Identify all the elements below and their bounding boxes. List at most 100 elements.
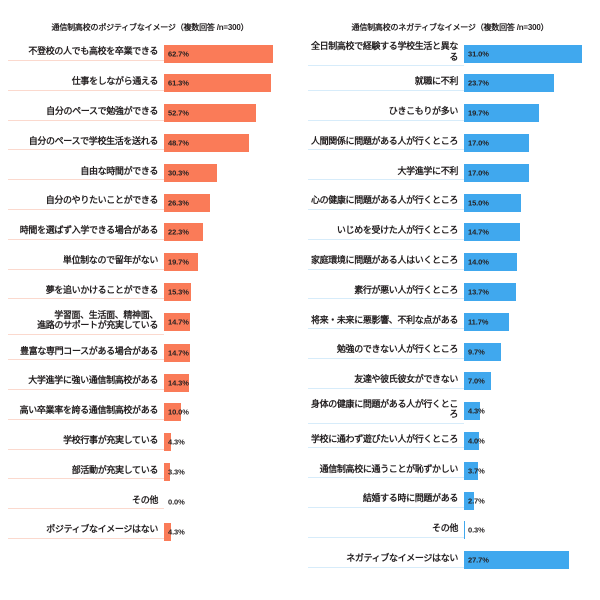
bar-track: 23.7%: [464, 69, 592, 99]
value-bar: 4.3%: [464, 402, 485, 421]
bar-track: 15.3%: [164, 277, 292, 307]
value-bar: 15.3%: [164, 283, 191, 302]
value-bar: 4.3%: [164, 433, 185, 452]
value-bar: 31.0%: [464, 44, 582, 63]
value-bar: 61.3%: [164, 74, 271, 93]
category-label: いじめを受けた人が行くところ: [308, 225, 464, 240]
bar-track: 17.0%: [464, 128, 592, 158]
value-label: 19.7%: [468, 108, 489, 118]
category-label: ネガティブなイメージはない: [308, 553, 464, 568]
chart-row: 不登校の人でも高校を卒業できる 62.7%: [8, 39, 292, 69]
chart-row: 身体の健康に問題がある人が行くところ 4.3%: [308, 396, 592, 426]
chart-row: 高い卒業率を誇る通信制高校がある 10.0%: [8, 398, 292, 428]
value-label: 14.0%: [468, 257, 489, 267]
positive-image-chart-panel: 通信制高校のポジティブなイメージ（複数回答 /n=300） 不登校の人でも高校を…: [0, 0, 300, 600]
category-label: 勉強のできない人が行くところ: [308, 344, 464, 359]
bar-track: 0.3%: [464, 516, 592, 546]
chart-row: ネガティブなイメージはない 27.7%: [308, 545, 592, 575]
category-label: 友達や彼氏彼女ができない: [308, 374, 464, 389]
category-label: 就職に不利: [308, 76, 464, 91]
value-bar: 23.7%: [464, 74, 555, 93]
category-label: 全日制高校で経験する学校生活と異なる: [308, 41, 464, 67]
positive-chart-rows: 不登校の人でも高校を卒業できる 62.7% 仕事をしながら通える 61.3% 自分のペー…: [0, 39, 300, 547]
category-label: ポジティブなイメージはない: [8, 524, 164, 539]
bar-track: 48.7%: [164, 128, 292, 158]
chart-row: 自分のペースで勉強ができる 52.7%: [8, 98, 292, 128]
category-label: 学習面、生活面、精神面、 進路のサポートが充実している: [8, 310, 164, 336]
category-label: 学校行事が充実している: [8, 435, 164, 450]
bar-track: 14.7%: [464, 218, 592, 248]
bar-track: 7.0%: [464, 367, 592, 397]
value-bar: 52.7%: [164, 104, 256, 123]
category-label: 部活動が充実している: [8, 465, 164, 480]
bar-track: 14.0%: [464, 247, 592, 277]
category-label: 高い卒業率を誇る通信制高校がある: [8, 405, 164, 420]
chart-row: 大学進学に強い通信制高校がある 14.3%: [8, 368, 292, 398]
value-label: 7.0%: [468, 376, 485, 386]
category-label: 通信制高校に通うことが恥ずかしい: [308, 464, 464, 479]
category-label: 夢を追いかけることができる: [8, 285, 164, 300]
value-label: 4.3%: [168, 527, 185, 537]
negative-image-chart-panel: 通信制高校のネガティブなイメージ（複数回答 /n=300） 全日制高校で経験する…: [300, 0, 600, 600]
value-bar: 14.3%: [164, 373, 189, 392]
value-bar: 62.7%: [164, 44, 273, 63]
category-label: 自分のペースで勉強ができる: [8, 106, 164, 121]
value-bar: 4.3%: [164, 522, 185, 541]
value-bar: 48.7%: [164, 134, 249, 153]
value-label: 13.7%: [468, 287, 489, 297]
bar-track: 14.7%: [164, 307, 292, 338]
value-bar: 14.0%: [464, 253, 518, 272]
value-label: 17.0%: [468, 168, 489, 178]
value-label: 15.0%: [468, 198, 489, 208]
category-label: 自由な時間ができる: [8, 166, 164, 181]
category-label: その他: [308, 523, 464, 538]
bar-track: 27.7%: [464, 545, 592, 575]
value-label: 61.3%: [168, 78, 189, 88]
value-bar: 13.7%: [464, 283, 517, 302]
value-label: 30.3%: [168, 168, 189, 178]
bar-track: 10.0%: [164, 398, 292, 428]
bar-track: 4.3%: [164, 427, 292, 457]
positive-chart-title: 通信制高校のポジティブなイメージ（複数回答 /n=300）: [51, 23, 249, 32]
value-bar: 17.0%: [464, 134, 529, 153]
bar-track: 4.0%: [464, 426, 592, 456]
bar-track: 22.3%: [164, 218, 292, 248]
chart-row: その他 0.3%: [308, 516, 592, 546]
value-label: 0.3%: [468, 525, 485, 535]
chart-row: 就職に不利 23.7%: [308, 69, 592, 99]
chart-row: 仕事をしながら通える 61.3%: [8, 69, 292, 99]
value-label: 4.0%: [468, 436, 485, 446]
category-label: 単位制なので留年がない: [8, 255, 164, 270]
chart-row: いじめを受けた人が行くところ 14.7%: [308, 218, 592, 248]
value-bar: 26.3%: [164, 193, 210, 212]
chart-row: 将来・未来に悪影響、不利な点がある 11.7%: [308, 307, 592, 337]
value-label: 14.7%: [468, 227, 489, 237]
bar-track: 11.7%: [464, 307, 592, 337]
chart-row: 結婚する時に問題がある 2.7%: [308, 486, 592, 516]
value-label: 4.3%: [468, 406, 485, 416]
chart-row: 豊富な専門コースがある場合がある 14.7%: [8, 338, 292, 368]
value-label: 31.0%: [468, 49, 489, 59]
chart-row: ポジティブなイメージはない 4.3%: [8, 517, 292, 547]
category-label: 豊富な専門コースがある場合がある: [8, 346, 164, 361]
bar-track: 19.7%: [164, 247, 292, 277]
value-label: 48.7%: [168, 138, 189, 148]
chart-row: 単位制なので留年がない 19.7%: [8, 247, 292, 277]
chart-row: 自分のやりたいことができる 26.3%: [8, 188, 292, 218]
negative-chart-rows: 全日制高校で経験する学校生活と異なる 31.0% 就職に不利 23.7% ひきこもりが多…: [300, 39, 600, 575]
value-bar: 22.3%: [164, 223, 203, 242]
bar-track: 3.7%: [464, 456, 592, 486]
chart-row: 大学進学に不利 17.0%: [308, 158, 592, 188]
chart-row: 友達や彼氏彼女ができない 7.0%: [308, 367, 592, 397]
bar-track: 26.3%: [164, 188, 292, 218]
value-label: 2.7%: [468, 496, 485, 506]
bar-track: 19.7%: [464, 98, 592, 128]
value-bar: 14.7%: [464, 223, 520, 242]
value-label: 0.0%: [168, 497, 185, 507]
chart-row: 人間関係に問題がある人が行くところ 17.0%: [308, 128, 592, 158]
chart-row: 部活動が充実している 3.3%: [8, 457, 292, 487]
value-label: 11.7%: [468, 317, 489, 327]
value-bar: 30.3%: [164, 163, 217, 182]
value-label: 3.3%: [168, 467, 185, 477]
value-bar: 3.3%: [164, 463, 185, 482]
